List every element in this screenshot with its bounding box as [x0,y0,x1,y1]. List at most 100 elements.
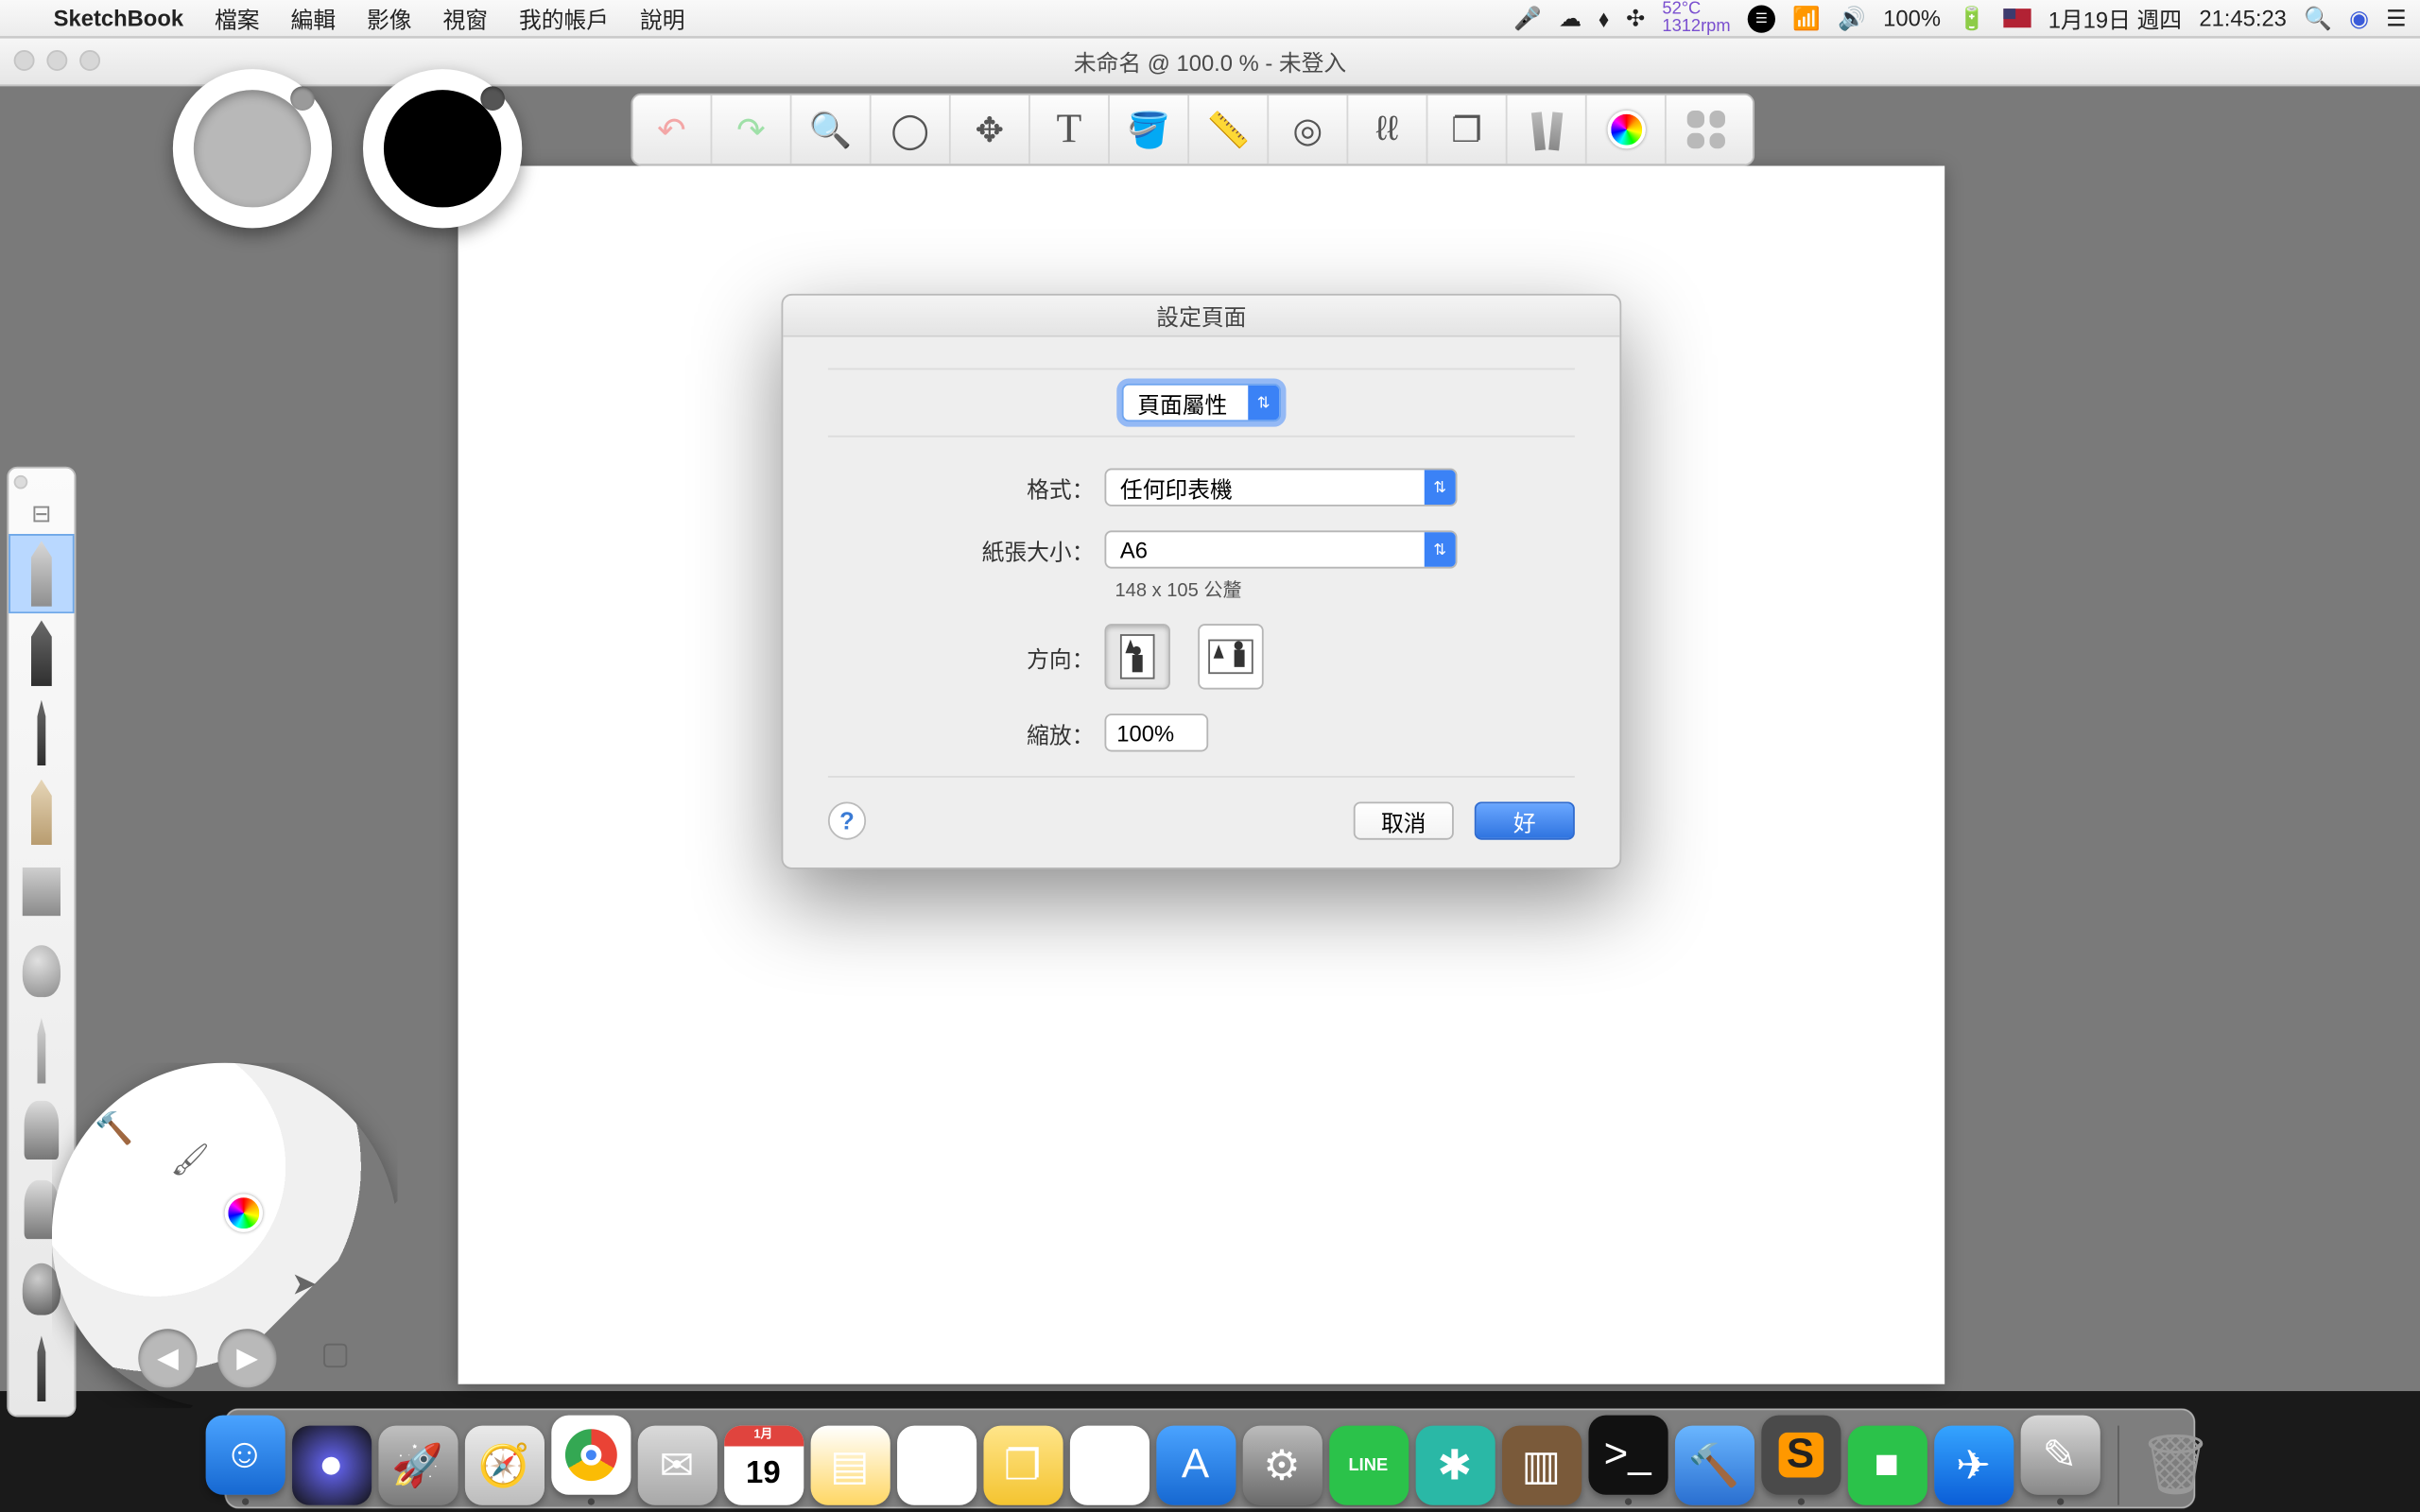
volume-status-icon[interactable]: 🔊 [1838,5,1866,32]
dock-finder[interactable]: ☺ [205,1416,285,1495]
close-window-button[interactable] [14,50,35,71]
dock-launchpad[interactable]: 🚀 [378,1426,458,1505]
dock-appstore[interactable]: A [1155,1426,1235,1505]
dock-app-bars[interactable]: ▥ [1501,1426,1581,1505]
dock-messenger[interactable]: ✈ [1933,1426,2013,1505]
line-status-icon[interactable]: ☰ [1748,5,1775,32]
temperature-status[interactable]: 52°C 1312rpm [1662,1,1730,36]
wifi-status-icon[interactable]: 📶 [1792,5,1821,32]
help-button[interactable]: ? [828,801,866,839]
dock: ☺●🚀🧭 ✉1月19▤☑❐♪A⚙LINE✱▥>_🔨S■✈✎ 🗑 [0,1391,2420,1512]
lagoon-color-wheel-icon[interactable] [225,1194,263,1232]
window-titlebar[interactable]: 未命名 @ 100.0 % - 未登入 [0,38,2420,86]
palette-close-icon[interactable] [14,475,28,490]
orientation-landscape-button[interactable] [1198,624,1263,689]
brush-library-icon[interactable] [1508,95,1587,164]
round-brush-tool[interactable] [9,932,74,1011]
input-source-flag-icon[interactable] [2003,9,2031,27]
layers-panel-icon[interactable]: ❐ [1427,95,1507,164]
dock-siri[interactable]: ● [291,1426,371,1505]
fan-status-icon[interactable]: ✣ [1626,5,1645,32]
paper-size-label: 紙張大小： [828,533,1105,566]
brush-size-slider-icon[interactable]: ⊟ [9,492,74,534]
menu-file[interactable]: 檔案 [199,2,275,35]
minimize-window-button[interactable] [46,50,67,71]
dock-facetime[interactable]: ■ [1847,1426,1927,1505]
menu-edit[interactable]: 編輯 [275,2,351,35]
app-menu[interactable]: SketchBook [38,5,199,30]
dock-mail[interactable]: ✉ [637,1426,717,1505]
ui-toggle-icon[interactable] [1667,95,1746,164]
zoom-window-button[interactable] [79,50,100,71]
dropbox-status-icon[interactable]: ⬧ [1599,5,1609,32]
lagoon-pointer-icon[interactable]: ➤ [273,1253,336,1315]
cloud-status-icon[interactable]: ☁ [1559,5,1582,32]
lagoon-tools-icon[interactable]: 🔨 [83,1097,146,1160]
dock-xcode[interactable]: 🔨 [1674,1426,1754,1505]
chisel-tool[interactable] [9,772,74,851]
dock-itunes[interactable]: ♪ [1069,1426,1149,1505]
dock-notes[interactable]: ▤ [810,1426,890,1505]
color-wheel-icon[interactable] [1587,95,1667,164]
color-puck-foreground[interactable] [363,69,522,228]
lagoon-widget: 🔨 🖌 ➤ ▢ ◀ ▶ [52,1063,398,1409]
ruler-tool-icon[interactable]: 📏 [1189,95,1269,164]
notification-center-icon[interactable]: ☰ [2386,5,2406,32]
airbrush-tool[interactable] [9,613,74,693]
dock-running-indicator [241,1498,248,1504]
lagoon-brush-icon[interactable]: 🖌 [159,1128,221,1191]
menu-date[interactable]: 1月19日 週四 [2048,2,2182,35]
dock-reminders[interactable]: ☑ [896,1426,976,1505]
battery-percentage[interactable]: 100% [1883,5,1941,30]
pencil-tool[interactable] [9,534,74,613]
dock-app-teal[interactable]: ✱ [1415,1426,1495,1505]
dock-system-preferences[interactable]: ⚙ [1242,1426,1322,1505]
move-tool-icon[interactable]: ✥ [951,95,1030,164]
zoom-tool-icon[interactable]: 🔍 [791,95,871,164]
lasso-tool-icon[interactable]: ◯ [872,95,951,164]
ellipse-guide-icon[interactable]: ◎ [1269,95,1348,164]
dock-terminal[interactable]: >_ [1588,1416,1668,1495]
ok-button[interactable]: 好 [1475,801,1575,839]
main-toolbar: ↶ ↷ 🔍 ◯ ✥ T 🪣 📏 ◎ ℓℓ ❐ [631,94,1754,166]
paper-size-popup[interactable]: A6 ⇅ [1104,530,1457,568]
lagoon-canvas-icon[interactable]: ▢ [304,1322,367,1384]
symmetry-tool-icon[interactable]: ℓℓ [1348,95,1427,164]
lagoon-next-icon[interactable]: ▶ [217,1329,276,1387]
color-puck-background[interactable] [173,69,332,228]
cancel-button[interactable]: 取消 [1354,801,1454,839]
format-popup[interactable]: 任何印表機 ⇅ [1104,469,1457,507]
dock-sublime[interactable]: S [1760,1416,1840,1495]
menu-help[interactable]: 說明 [625,2,700,35]
redo-icon[interactable]: ↷ [712,95,791,164]
mic-status-icon[interactable]: 🎤 [1513,5,1542,32]
dock-safari[interactable]: 🧭 [464,1426,544,1505]
orientation-portrait-button[interactable] [1104,624,1169,689]
fill-tool-icon[interactable]: 🪣 [1110,95,1189,164]
dock-chrome[interactable] [550,1416,630,1495]
page-attributes-popup[interactable]: 頁面屬性 ⇅ [1122,384,1281,421]
menu-image[interactable]: 影像 [352,2,427,35]
spotlight-icon[interactable]: 🔍 [2304,5,2332,32]
menu-account[interactable]: 我的帳戶 [503,2,624,35]
text-tool-icon[interactable]: T [1030,95,1110,164]
menu-window[interactable]: 視窗 [427,2,503,35]
marker-tool[interactable] [9,693,74,772]
lagoon-prev-icon[interactable]: ◀ [138,1329,197,1387]
battery-status-icon[interactable]: 🔋 [1958,5,1986,32]
dock-line[interactable]: LINE [1328,1426,1408,1505]
format-label: 格式： [828,471,1105,504]
dock-sketchbook[interactable]: ✎ [2020,1416,2100,1495]
flat-brush-tool[interactable] [9,851,74,931]
sketchbook-window: 未命名 @ 100.0 % - 未登入 ↶ ↷ 🔍 ◯ ✥ T 🪣 📏 ◎ ℓℓ… [0,38,2420,1391]
dock-trash[interactable]: 🗑 [2135,1426,2215,1505]
siri-menu-icon[interactable]: ◉ [2349,5,2369,32]
menu-time[interactable]: 21:45:23 [2199,5,2287,30]
dock-running-indicator [1797,1498,1804,1504]
dock-stickies[interactable]: ❐ [983,1426,1063,1505]
scale-input[interactable]: 100% [1104,713,1208,751]
undo-icon[interactable]: ↶ [632,95,712,164]
popup-arrows-icon: ⇅ [1425,532,1456,567]
dock-calendar[interactable]: 1月19 [723,1426,803,1505]
popup-arrows-icon: ⇅ [1248,386,1279,421]
